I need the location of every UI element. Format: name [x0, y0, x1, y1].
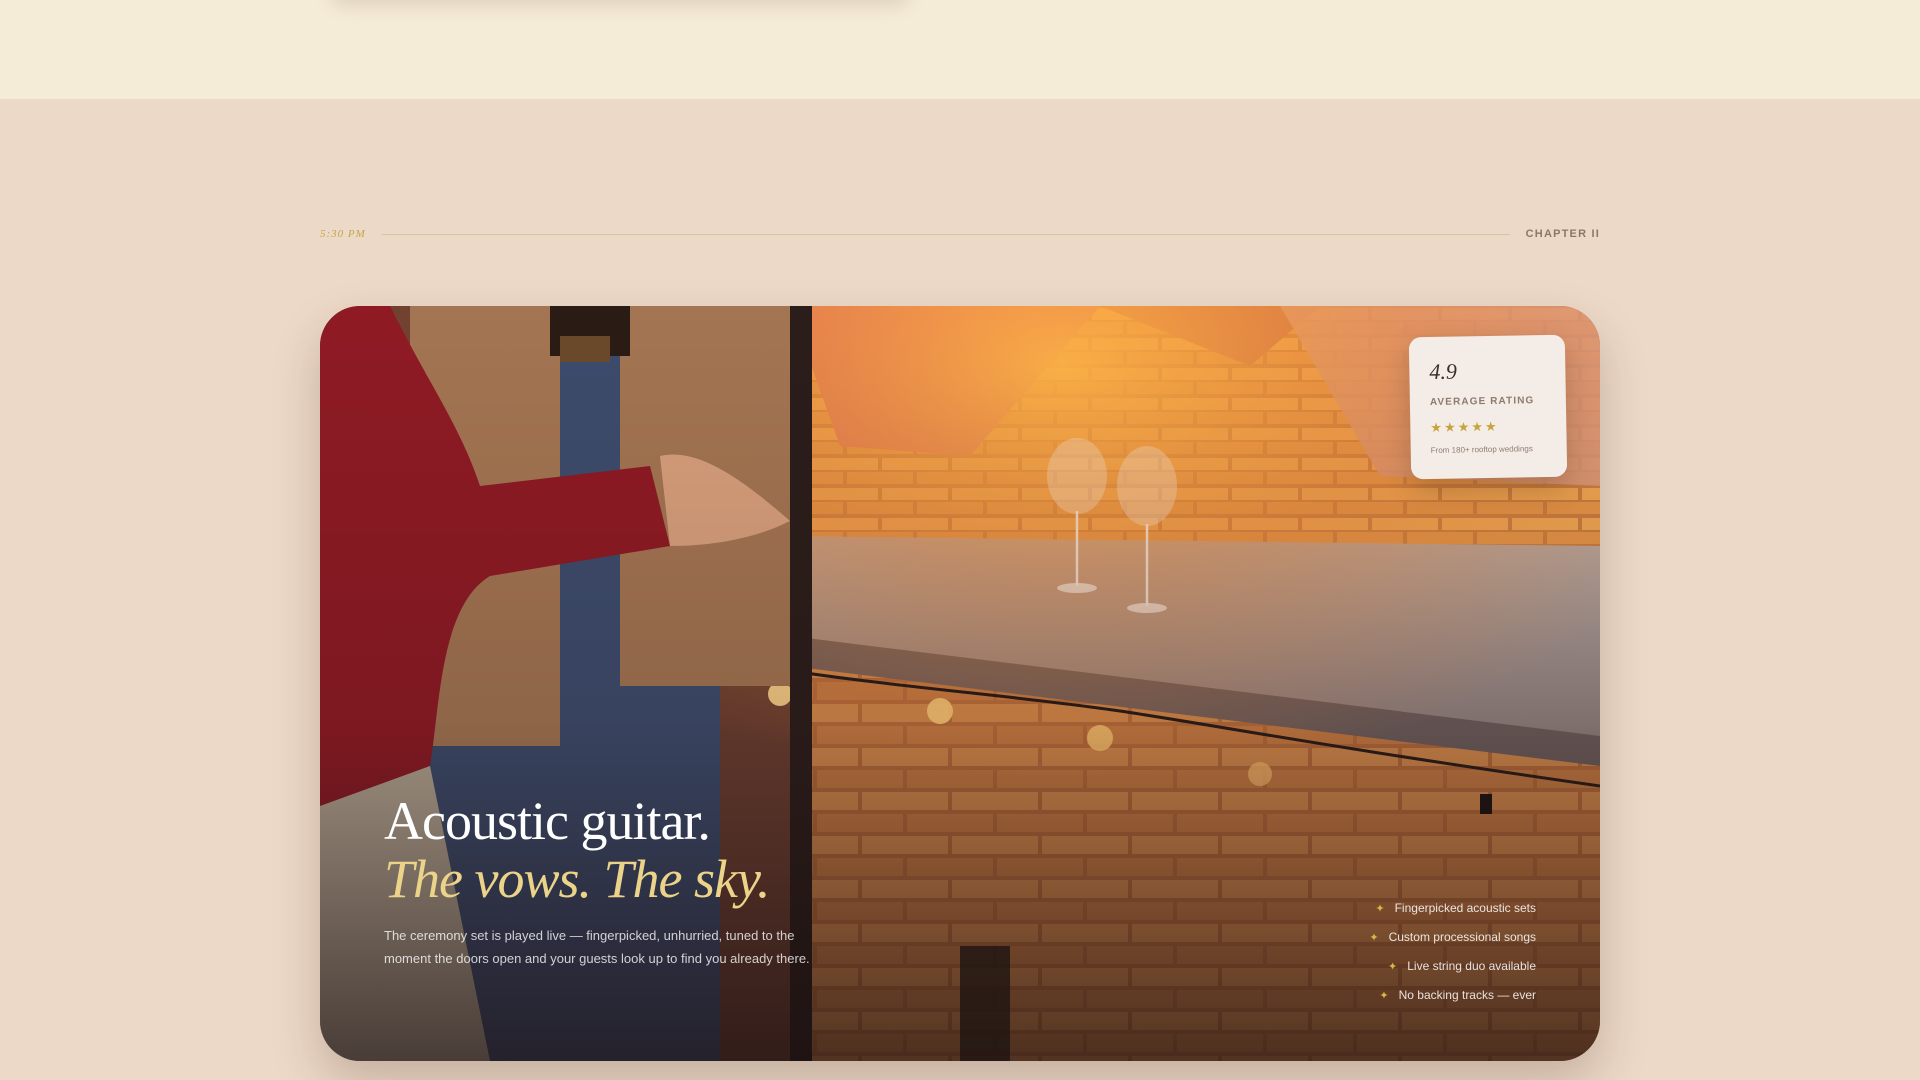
chapter-divider: 5:30 PM CHAPTER II	[320, 226, 1600, 242]
feature-text: Custom processional songs	[1388, 930, 1536, 944]
rating-label: AVERAGE RATING	[1429, 395, 1535, 409]
hero-copy: Acoustic guitar. The vows. The sky. The …	[384, 792, 854, 970]
feature-text: Fingerpicked acoustic sets	[1394, 901, 1536, 915]
feature-item: ✦ Custom processional songs	[1369, 923, 1536, 952]
top-section-band	[0, 0, 1920, 99]
hero-title: Acoustic guitar.	[384, 791, 711, 851]
rating-card: 4.9 AVERAGE RATING ★★★★★ From 180+ rooft…	[1408, 334, 1568, 480]
feature-item: ✦ Fingerpicked acoustic sets	[1369, 894, 1536, 923]
sparkle-icon: ✦	[1388, 961, 1398, 973]
star-rating-icon: ★★★★★	[1430, 418, 1499, 436]
feature-list: ✦ Fingerpicked acoustic sets ✦ Custom proc…	[1369, 894, 1536, 1010]
feature-item: ✦ Live string duo available	[1369, 952, 1536, 981]
chapter-label: CHAPTER II	[1525, 228, 1600, 240]
hero-card: 4.9 AVERAGE RATING ★★★★★ From 180+ rooft…	[320, 306, 1600, 1061]
sparkle-icon: ✦	[1375, 903, 1385, 915]
sparkle-icon: ✦	[1369, 932, 1379, 944]
rating-value: 4.9	[1429, 358, 1458, 385]
feature-text: No backing tracks — ever	[1398, 988, 1536, 1002]
rating-subtext: From 180+ rooftop weddings	[1430, 444, 1533, 456]
hero-subtitle: The vows. The sky.	[384, 849, 770, 909]
feature-item: ✦ No backing tracks — ever	[1369, 981, 1536, 1010]
chapter-time: 5:30 PM	[320, 228, 366, 240]
feature-text: Live string duo available	[1407, 959, 1536, 973]
hero-description: The ceremony set is played live — finger…	[384, 928, 810, 966]
divider-line	[381, 233, 1510, 235]
sparkle-icon: ✦	[1379, 990, 1389, 1002]
